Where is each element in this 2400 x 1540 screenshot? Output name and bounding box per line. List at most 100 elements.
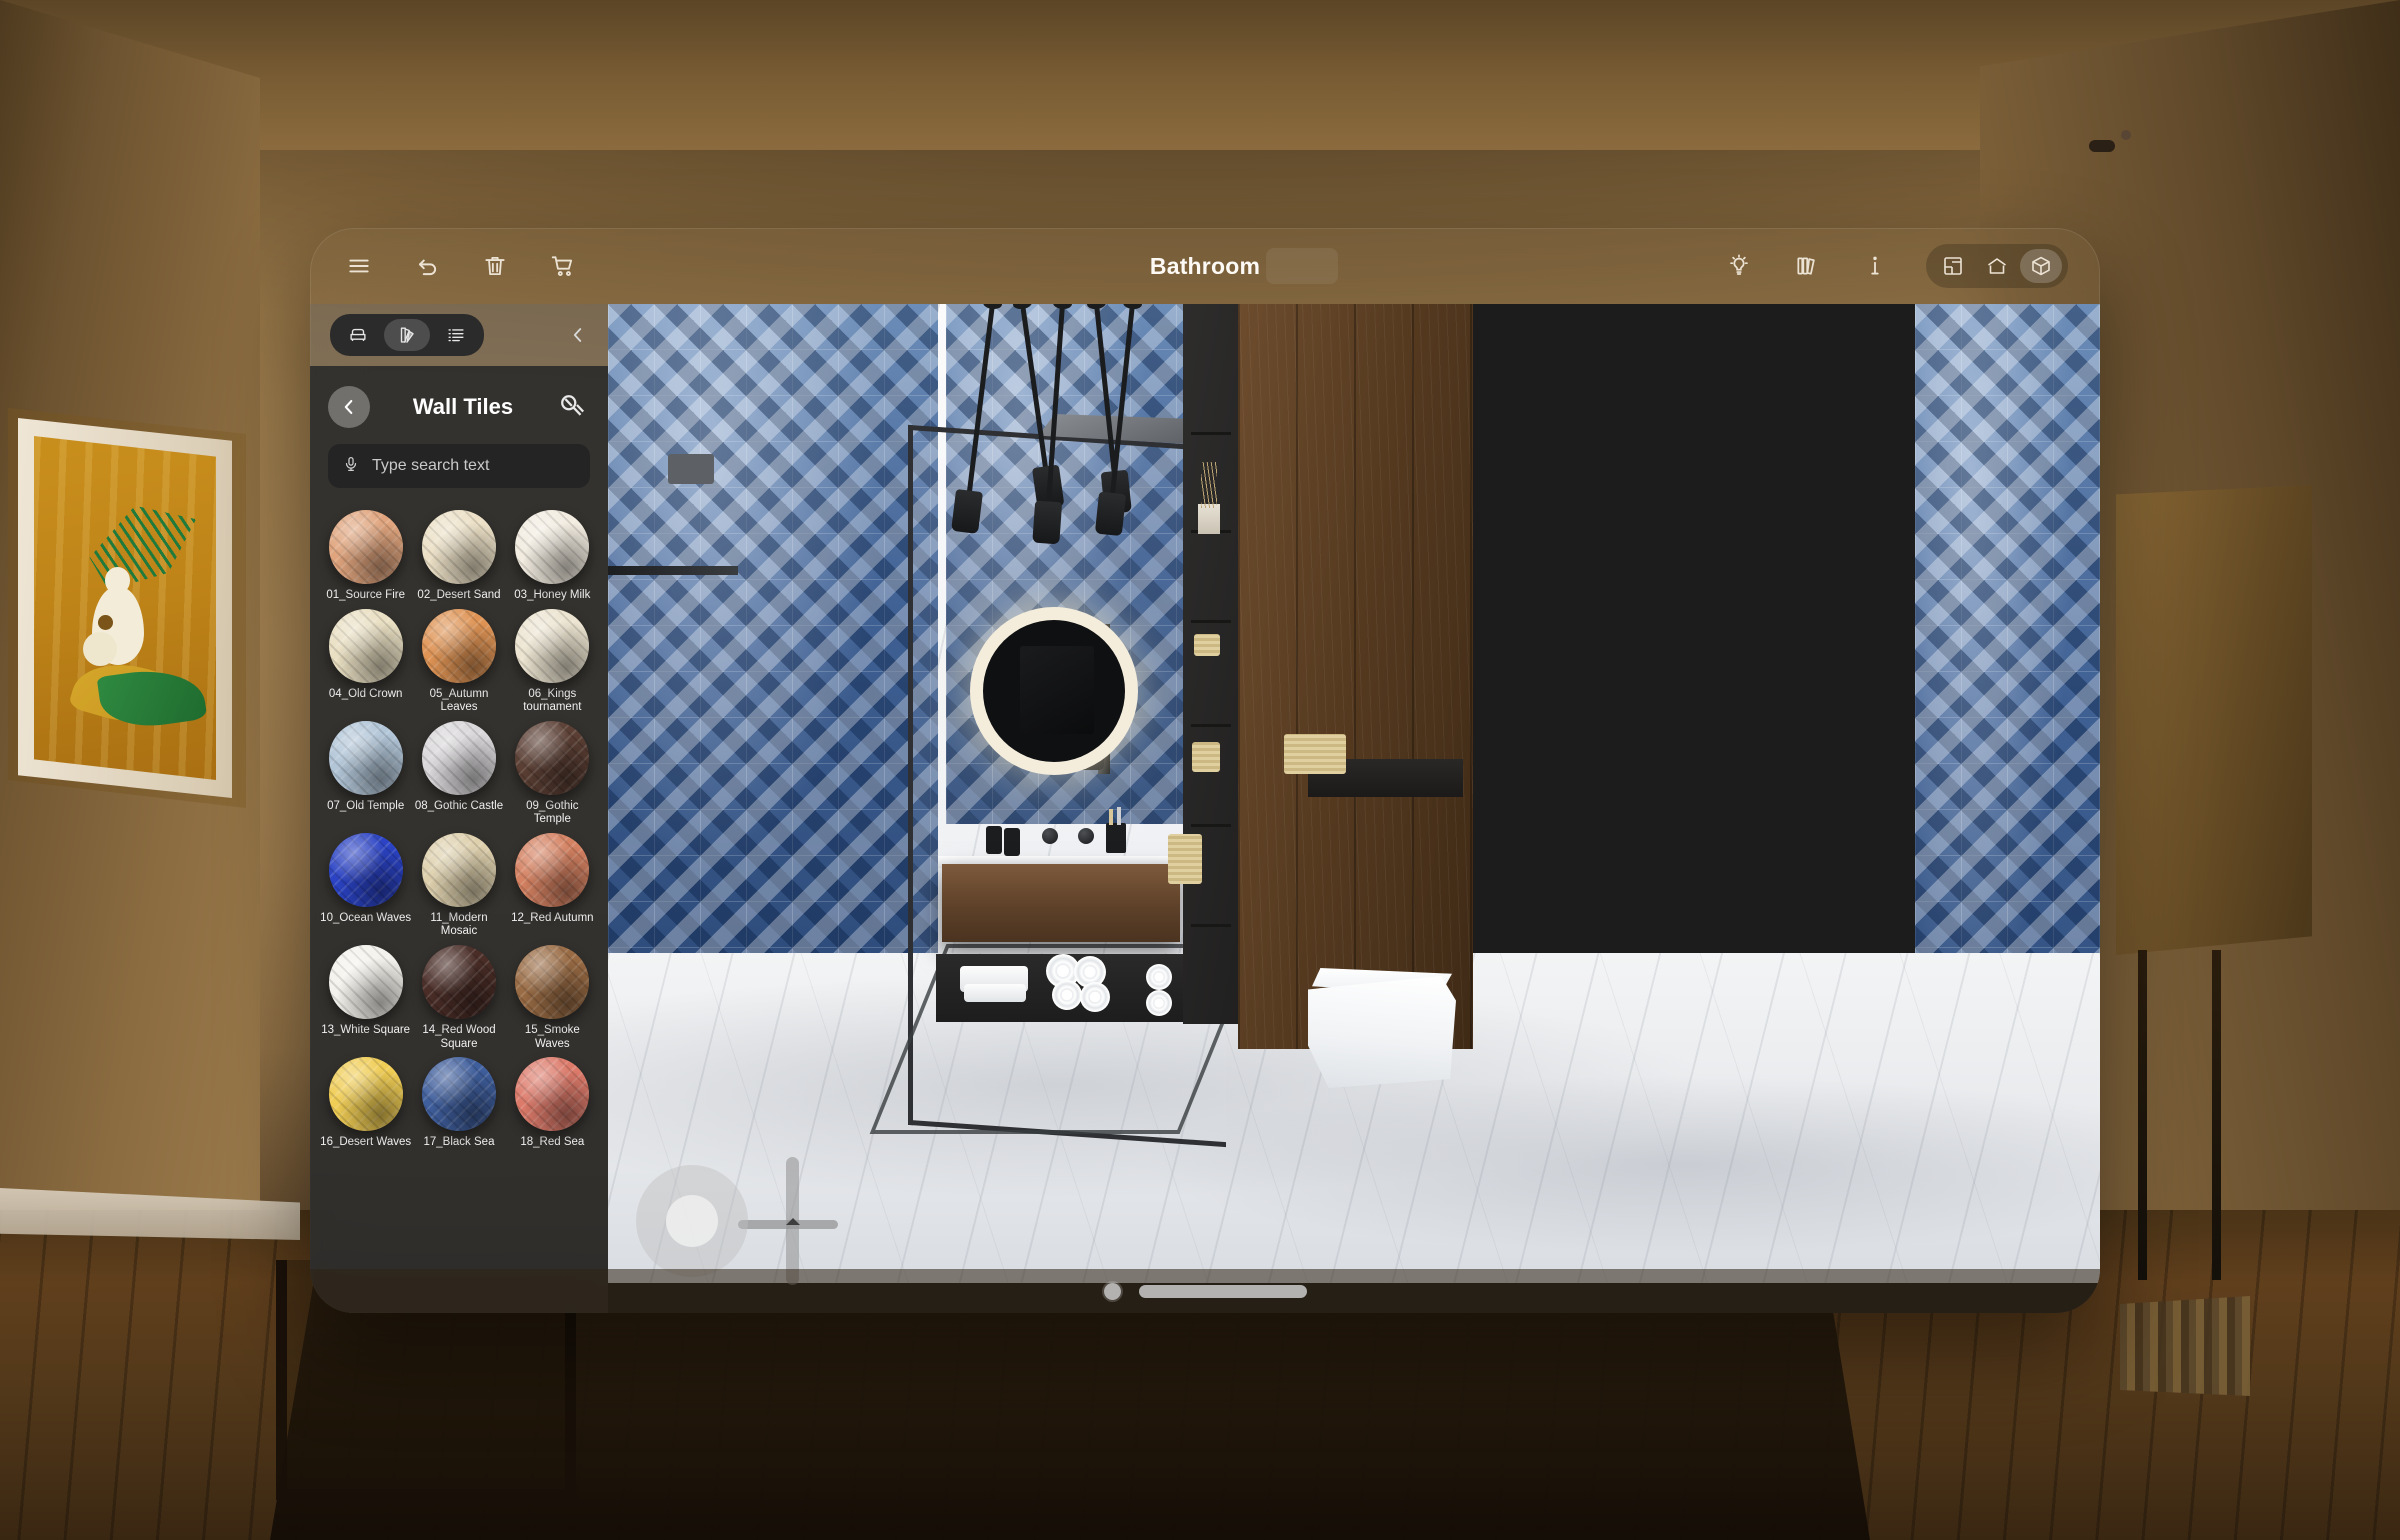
sidebar: Wall Tiles Type search text 01_Source Fi… — [310, 304, 608, 1313]
material-swatch[interactable]: 11_Modern Mosaic — [413, 832, 504, 939]
paint-roller-icon[interactable] — [556, 390, 590, 424]
sidebar-collapse-button[interactable] — [564, 321, 592, 349]
material-label: 14_Red Wood Square — [422, 1023, 496, 1050]
material-sphere-preview[interactable] — [328, 944, 403, 1019]
material-texture-overlay — [421, 1057, 496, 1132]
material-sphere-preview[interactable] — [515, 832, 590, 907]
scene-folded-towel — [964, 984, 1026, 1002]
material-sphere-preview[interactable] — [515, 1057, 590, 1132]
material-swatch[interactable]: 05_Autumn Leaves — [413, 608, 504, 715]
scene-towel-roll — [1052, 980, 1082, 1010]
scene-soap-dispenser — [986, 826, 1002, 854]
slider-handle-icon[interactable] — [785, 1211, 800, 1226]
material-swatch[interactable]: 07_Old Temple — [320, 720, 411, 827]
material-sphere-preview[interactable] — [328, 510, 403, 584]
material-swatch[interactable]: 12_Red Autumn — [507, 832, 598, 939]
back-button[interactable] — [328, 386, 370, 428]
window-control-dot[interactable] — [1103, 1282, 1121, 1300]
material-texture-overlay — [515, 720, 590, 795]
bookshelf-books — [2120, 1296, 2250, 1396]
sidebar-tab-list[interactable] — [433, 319, 479, 351]
material-sphere-preview[interactable] — [421, 510, 496, 584]
material-swatch[interactable]: 15_Smoke Waves — [507, 944, 598, 1051]
material-swatch[interactable]: 01_Source Fire — [320, 510, 411, 603]
material-sphere-preview[interactable] — [421, 1057, 496, 1132]
lightbulb-icon[interactable] — [1722, 249, 1756, 283]
house-icon[interactable] — [1976, 249, 2018, 283]
nav-arrow-left-icon[interactable] — [671, 1216, 681, 1226]
search-input[interactable] — [372, 457, 576, 475]
material-sphere-preview[interactable] — [328, 608, 403, 683]
window-resize-handle[interactable] — [1138, 1284, 1307, 1298]
search-field[interactable] — [328, 444, 590, 488]
material-sphere-preview[interactable] — [515, 944, 590, 1019]
material-texture-overlay — [515, 510, 590, 584]
scene-toilet — [1308, 976, 1456, 1088]
trash-icon[interactable] — [478, 249, 512, 283]
menu-icon[interactable] — [342, 249, 376, 283]
material-label: 07_Old Temple — [327, 799, 405, 812]
material-swatch[interactable]: 14_Red Wood Square — [413, 944, 504, 1051]
material-sphere-preview[interactable] — [421, 720, 496, 795]
nav-pad-inner[interactable] — [666, 1195, 718, 1247]
material-sphere-preview[interactable] — [421, 944, 496, 1019]
floorplan-icon[interactable] — [1932, 249, 1974, 283]
material-swatch[interactable]: 09_Gothic Temple — [507, 720, 598, 827]
material-sphere-preview[interactable] — [515, 720, 590, 795]
material-sphere-preview[interactable] — [328, 832, 403, 907]
scene-towel-roll — [1146, 990, 1172, 1016]
material-swatch[interactable]: 06_Kings tournament — [507, 608, 598, 715]
materials-panel: Wall Tiles Type search text 01_Source Fi… — [310, 366, 608, 1313]
material-sphere-preview[interactable] — [515, 510, 590, 584]
scene-shelf-unit — [1183, 304, 1239, 1024]
material-sphere-preview[interactable] — [515, 608, 590, 683]
material-swatch[interactable]: 18_Red Sea — [507, 1057, 598, 1150]
material-texture-overlay — [515, 1057, 590, 1132]
material-swatch[interactable]: 16_Desert Waves — [320, 1057, 411, 1150]
material-sphere-preview[interactable] — [421, 832, 496, 907]
scene-round-mirror — [983, 620, 1125, 762]
camera-height-slider[interactable] — [785, 1157, 800, 1285]
material-texture-overlay — [515, 944, 590, 1019]
toolbar-right-group — [1722, 244, 2068, 288]
material-label: 08_Gothic Castle — [414, 799, 504, 812]
cart-icon[interactable] — [546, 249, 580, 283]
sidebar-mode-row — [310, 304, 608, 366]
material-swatch[interactable]: 10_Ocean Waves — [320, 832, 411, 939]
material-swatch[interactable]: 13_White Square — [320, 944, 411, 1051]
material-sphere-preview[interactable] — [328, 720, 403, 795]
panel-header: Wall Tiles — [310, 366, 608, 442]
info-icon[interactable] — [1858, 249, 1892, 283]
nav-arrow-down-icon[interactable] — [687, 1232, 697, 1242]
scene-shower-niche — [668, 454, 714, 484]
material-texture-overlay — [328, 832, 403, 907]
sidebar-tab-materials[interactable] — [384, 319, 430, 351]
material-texture-overlay — [421, 608, 496, 683]
material-texture-overlay — [421, 832, 496, 907]
scene-towel-roll — [1080, 982, 1110, 1012]
material-swatch[interactable]: 04_Old Crown — [320, 608, 411, 715]
material-swatch[interactable]: 03_Honey Milk — [507, 510, 598, 603]
artwork-circle — [83, 632, 118, 667]
material-sphere-preview[interactable] — [328, 1057, 403, 1132]
books-icon[interactable] — [1790, 249, 1824, 283]
sidebar-tab-furniture[interactable] — [335, 319, 381, 351]
scene-viewport[interactable] — [608, 304, 2100, 1313]
camera-nav-pad[interactable] — [636, 1165, 748, 1277]
undo-icon[interactable] — [410, 249, 444, 283]
material-swatch[interactable]: 02_Desert Sand — [413, 510, 504, 603]
material-label: 17_Black Sea — [423, 1136, 495, 1149]
scene-reed-diffuser — [1198, 462, 1220, 534]
material-label: 12_Red Autumn — [511, 911, 594, 924]
material-swatch[interactable]: 08_Gothic Castle — [413, 720, 504, 827]
material-label: 09_Gothic Temple — [526, 799, 579, 826]
nav-arrow-up-icon[interactable] — [687, 1200, 697, 1210]
nav-arrow-right-icon[interactable] — [703, 1216, 713, 1226]
material-swatch[interactable]: 17_Black Sea — [413, 1057, 504, 1150]
ceiling-sensor — [2089, 130, 2131, 152]
artwork-mat — [18, 418, 232, 798]
scene-tap — [1042, 828, 1058, 844]
scene-towel-bar — [608, 566, 738, 575]
cube-icon[interactable] — [2020, 249, 2062, 283]
material-sphere-preview[interactable] — [421, 608, 496, 683]
